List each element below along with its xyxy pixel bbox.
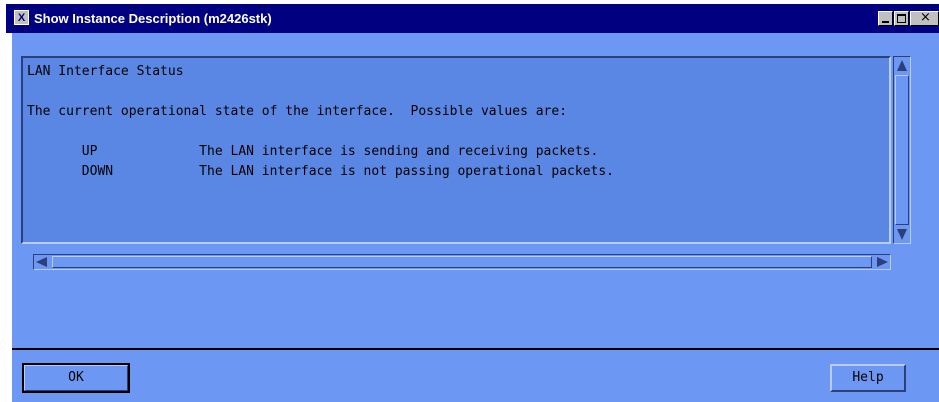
vertical-scrollbar[interactable] [893, 56, 911, 244]
vertical-scroll-thumb[interactable] [895, 75, 909, 225]
button-separator [12, 348, 939, 350]
help-button[interactable]: Help [830, 364, 906, 392]
close-glyph: × [920, 10, 931, 25]
description-text-area[interactable]: LAN Interface Status The current operati… [21, 56, 891, 244]
title-bar[interactable]: X Show Instance Description (m2426stk) × [6, 4, 939, 33]
horizontal-scroll-thumb[interactable] [52, 256, 872, 268]
horizontal-scrollbar[interactable] [33, 254, 891, 270]
ok-button[interactable]: OK [22, 363, 130, 393]
description-text: LAN Interface Status The current operati… [27, 64, 614, 179]
maximize-icon[interactable] [894, 11, 909, 26]
window-menu-icon[interactable]: X [14, 10, 29, 25]
scroll-right-arrow-icon[interactable] [877, 257, 888, 267]
scroll-up-arrow-icon[interactable] [897, 60, 907, 71]
minimize-icon[interactable] [878, 11, 893, 26]
scroll-left-arrow-icon[interactable] [36, 257, 47, 267]
window-title: Show Instance Description (m2426stk) [34, 11, 272, 26]
dialog-window: X Show Instance Description (m2426stk) ×… [0, 0, 939, 402]
scroll-down-arrow-icon[interactable] [897, 229, 907, 240]
close-icon[interactable]: × [910, 10, 939, 26]
